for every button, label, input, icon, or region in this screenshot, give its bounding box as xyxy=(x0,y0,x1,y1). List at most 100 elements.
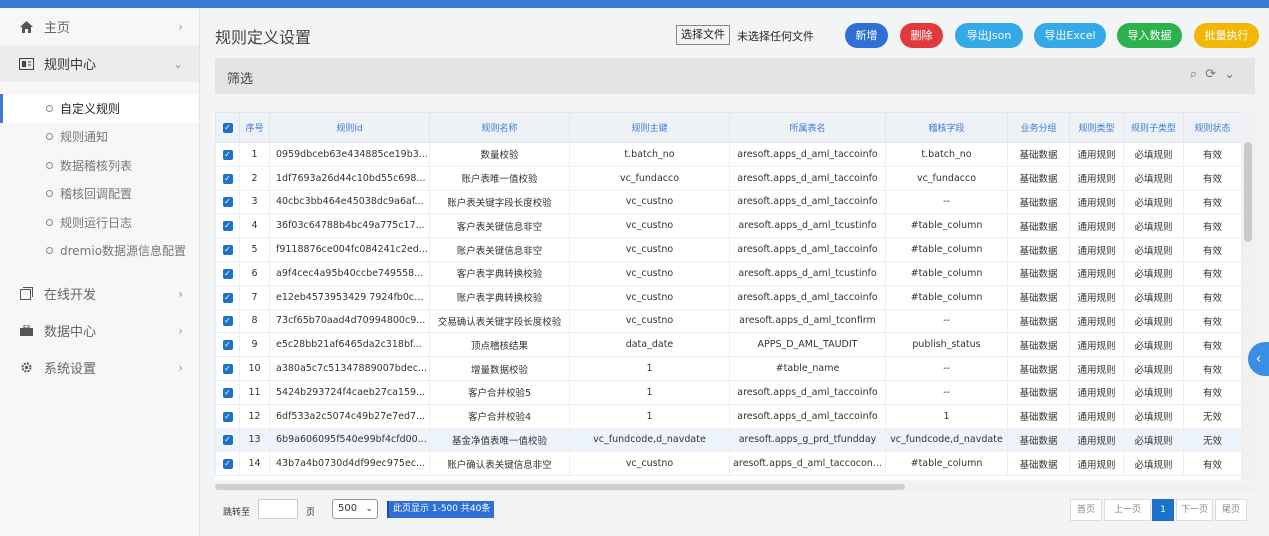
row-checkbox[interactable]: ✓ xyxy=(215,451,240,477)
table-cell: 必填规则 xyxy=(1123,213,1184,239)
row-checkbox[interactable]: ✓ xyxy=(215,403,240,429)
table-row[interactable]: ✓ 2 1df7693a26d44c10bd55c698... 账户表唯一值校验 vc_… xyxy=(215,165,1242,191)
table-row[interactable]: ✓ 8 73cf65b70aad4d70994800c9... 交易确认表关键字段长度… xyxy=(215,308,1242,334)
prev-page-button[interactable]: 上一页 xyxy=(1104,499,1151,521)
last-page-button[interactable]: 尾页 xyxy=(1215,499,1247,521)
row-checkbox[interactable]: ✓ xyxy=(215,284,240,310)
column-header[interactable]: 序号 xyxy=(239,112,270,143)
import-data-button[interactable]: 导入数据 xyxy=(1117,23,1182,48)
column-header[interactable]: 规则名称 xyxy=(429,112,570,143)
page-size-value: 500 xyxy=(338,503,358,514)
nav-home[interactable]: 主页 › xyxy=(0,8,199,45)
table-row[interactable]: ✓ 6 a9f4cec4a95b40ccbe749558... 客户表字典转换校验 vc… xyxy=(215,260,1242,286)
page-size-select[interactable]: 500 ⌄ xyxy=(332,499,378,519)
table-row[interactable]: ✓ 9 e5c28bb21af6465da2c318bf... 顶点稽核结果 data_… xyxy=(215,332,1242,358)
chevron-down-icon[interactable]: ⌄ xyxy=(1224,67,1243,82)
table-cell: vc_fundacco xyxy=(885,165,1008,191)
nav-system-settings[interactable]: 系统设置 › xyxy=(0,349,199,386)
table-row[interactable]: ✓ 5 f9118876ce004fc084241c2ed... 账户表关键信息非空 v… xyxy=(215,237,1242,262)
refresh-icon[interactable]: ⟳ xyxy=(1205,67,1224,82)
vertical-scrollbar[interactable] xyxy=(1241,112,1255,480)
table-cell: 基金净值表唯一值校验 xyxy=(429,427,570,453)
sub-item-label: 自定义规则 xyxy=(60,101,121,116)
table-cell: 4 xyxy=(239,213,270,239)
table-row[interactable]: ✓ 3 40cbc3bb464e45038dc9a6af... 账户表关键字段长度校验… xyxy=(215,189,1242,215)
checkbox-checked-icon: ✓ xyxy=(222,459,233,470)
sub-item-dremio-config[interactable]: dremio数据源信息配置 xyxy=(0,237,199,266)
jump-page-input[interactable] xyxy=(258,499,298,519)
table-row[interactable]: ✓ 10 a380a5c7c51347889007bdec... 增量数据校验 1 #ta… xyxy=(215,356,1242,381)
export-json-button[interactable]: 导出Json xyxy=(955,23,1023,48)
current-page-button[interactable]: 1 xyxy=(1152,499,1174,521)
table-row[interactable]: ✓ 11 5424b293724f4caeb27ca159... 客户合并校验5 1 ar… xyxy=(215,379,1242,405)
table-cell: 1 xyxy=(569,379,730,405)
sub-item-run-log[interactable]: 规则运行日志 xyxy=(0,208,199,237)
column-header[interactable]: 稽核字段 xyxy=(885,112,1008,143)
table-cell: 9 xyxy=(239,332,270,358)
search-icon[interactable]: ⌕ xyxy=(1190,67,1205,82)
table-row[interactable]: ✓ 1 0959dbceb63e434885ce19b3... 数量校验 t.batch… xyxy=(215,142,1242,167)
page-info: 此页显示 1-500 共40条 xyxy=(387,501,495,518)
table-cell: 10 xyxy=(239,356,270,381)
table-cell: 基础数据 xyxy=(1007,284,1070,310)
table-row[interactable]: ✓ 14 43b7a4b0730d4df99ec975ec... 账户确认表关键信息非… xyxy=(215,451,1242,477)
sub-item-callback-config[interactable]: 稽核回调配置 xyxy=(0,180,199,209)
row-checkbox[interactable]: ✓ xyxy=(215,213,240,239)
table-cell: f9118876ce004fc084241c2ed... xyxy=(269,237,430,262)
export-excel-button[interactable]: 导出Excel xyxy=(1034,23,1106,48)
add-button[interactable]: 新增 xyxy=(845,23,888,48)
table-cell: 1 xyxy=(569,403,730,429)
table-cell: 43b7a4b0730d4df99ec975ec... xyxy=(269,451,430,477)
table-cell: 有效 xyxy=(1183,379,1242,405)
table-cell: 客户合并校验5 xyxy=(429,379,570,405)
row-checkbox[interactable]: ✓ xyxy=(215,142,240,167)
select-all-checkbox[interactable]: ✓ xyxy=(215,112,240,143)
row-checkbox[interactable]: ✓ xyxy=(215,332,240,358)
checkbox-checked-icon: ✓ xyxy=(222,364,233,375)
sub-item-rule-notice[interactable]: 规则通知 xyxy=(0,123,199,152)
table-row[interactable]: ✓ 4 36f03c64788b4bc49a775c17... 客户表关键信息非空 vc… xyxy=(215,213,1242,239)
choose-file-button[interactable]: 选择文件 xyxy=(676,25,730,45)
row-checkbox[interactable]: ✓ xyxy=(215,356,240,381)
first-page-button[interactable]: 首页 xyxy=(1070,499,1102,521)
table-row[interactable]: ✓ 7 e12eb4573953429 7924fb0cd... 账户表字典转换校验 v… xyxy=(215,284,1242,310)
row-checkbox[interactable]: ✓ xyxy=(215,308,240,334)
column-header[interactable]: 规则状态 xyxy=(1183,112,1242,143)
row-checkbox[interactable]: ✓ xyxy=(215,189,240,215)
column-header[interactable]: 规则类型 xyxy=(1069,112,1124,143)
column-header[interactable]: 业务分组 xyxy=(1007,112,1070,143)
checkbox-checked-icon: ✓ xyxy=(222,221,233,232)
sub-item-custom-rules[interactable]: 自定义规则 xyxy=(0,94,199,123)
table-cell: 基础数据 xyxy=(1007,427,1070,453)
column-header[interactable]: 规则子类型 xyxy=(1123,112,1184,143)
scrollbar-thumb[interactable] xyxy=(1244,142,1252,242)
table-row[interactable]: ✓ 13 6b9a606095f540e99bf4cfd00... 基金净值表唯一值校… xyxy=(215,427,1242,453)
column-header[interactable]: 规则主键 xyxy=(569,112,730,143)
next-page-button[interactable]: 下一页 xyxy=(1176,499,1213,521)
table-cell: 有效 xyxy=(1183,356,1242,381)
table-row[interactable]: ✓ 12 6df533a2c5074c49b27e7ed7... 客户合并校验4 1 ar… xyxy=(215,403,1242,429)
table-cell: 数量校验 xyxy=(429,142,570,167)
table-cell: 必填规则 xyxy=(1123,260,1184,286)
column-header[interactable]: 所属表名 xyxy=(729,112,886,143)
table-cell: vc_custno xyxy=(569,189,730,215)
scrollbar-thumb[interactable] xyxy=(215,484,905,490)
horizontal-scrollbar[interactable] xyxy=(215,482,1255,492)
batch-execute-button[interactable]: 批量执行 xyxy=(1194,23,1259,48)
checkbox-checked-icon: ✓ xyxy=(222,411,233,422)
delete-button[interactable]: 删除 xyxy=(900,23,943,48)
row-checkbox[interactable]: ✓ xyxy=(215,379,240,405)
column-header[interactable]: 规则Id xyxy=(269,112,430,143)
row-checkbox[interactable]: ✓ xyxy=(215,165,240,191)
table-cell: 必填规则 xyxy=(1123,165,1184,191)
table-cell: 必填规则 xyxy=(1123,427,1184,453)
table-cell: 通用规则 xyxy=(1069,189,1124,215)
sub-item-audit-list[interactable]: 数据稽核列表 xyxy=(0,151,199,180)
checkbox-checked-icon: ✓ xyxy=(222,245,233,256)
nav-online-dev[interactable]: 在线开发 › xyxy=(0,275,199,312)
nav-rules-center[interactable]: 规则中心 ⌄ xyxy=(0,45,199,82)
row-checkbox[interactable]: ✓ xyxy=(215,427,240,453)
row-checkbox[interactable]: ✓ xyxy=(215,237,240,262)
row-checkbox[interactable]: ✓ xyxy=(215,260,240,286)
nav-data-center[interactable]: 数据中心 › xyxy=(0,312,199,349)
